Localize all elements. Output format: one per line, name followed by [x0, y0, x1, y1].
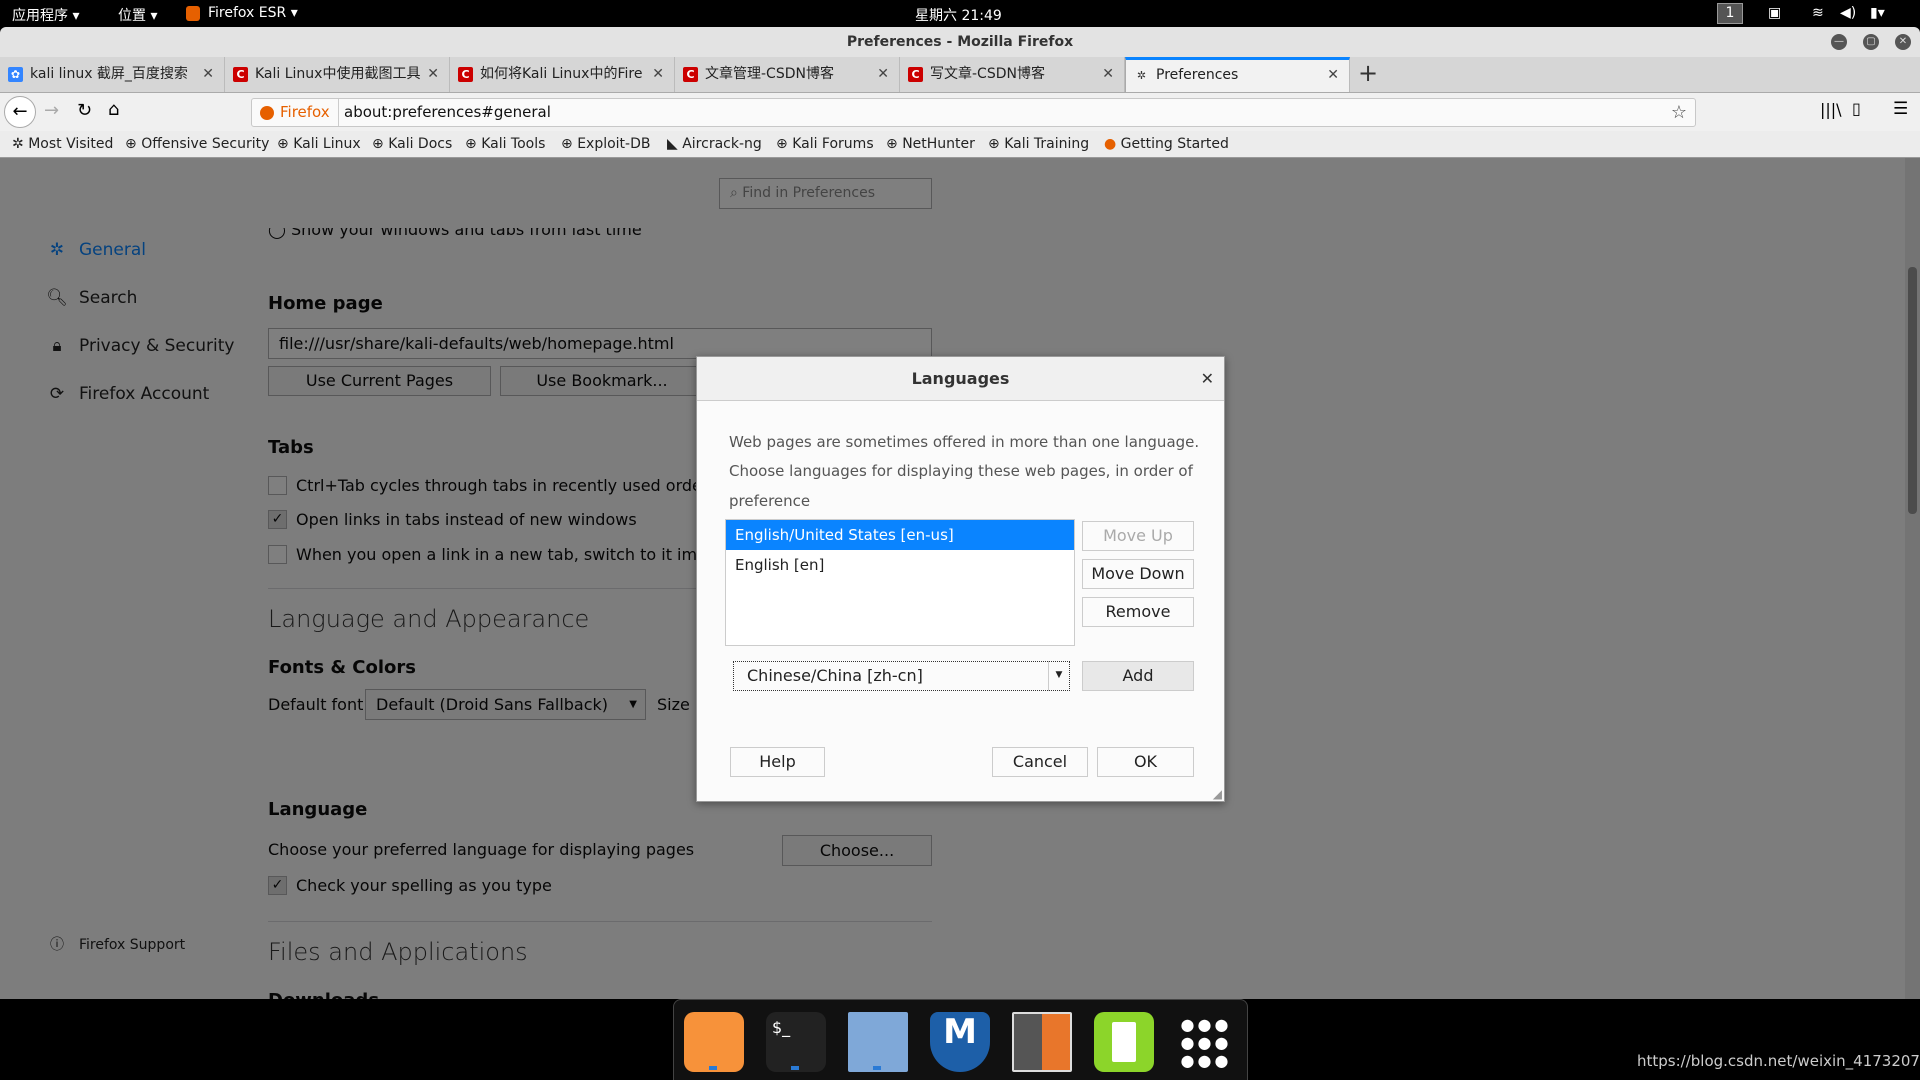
watermark: https://blog.csdn.net/weixin_41732074: [1637, 1052, 1920, 1070]
add-button[interactable]: Add: [1082, 661, 1194, 691]
tab-preferences[interactable]: ✲ Preferences ✕: [1125, 57, 1350, 92]
sidebar-icon[interactable]: ▯: [1852, 99, 1861, 118]
url-bar[interactable]: Firefox about:preferences#general ☆: [251, 98, 1696, 127]
home-button[interactable]: ⌂: [108, 99, 119, 120]
bookmark-item[interactable]: ⊕ NetHunter: [886, 136, 975, 152]
maximize-button[interactable]: ▢: [1863, 34, 1879, 50]
close-tab-icon[interactable]: ✕: [1102, 57, 1114, 92]
dialog-description: Web pages are sometimes offered in more …: [729, 433, 1200, 451]
bookmarks-toolbar: ✲ Most Visited ⊕ Offensive Security ⊕ Ka…: [0, 131, 1920, 158]
bookmark-item[interactable]: ⊕ Kali Tools: [465, 136, 545, 152]
tab[interactable]: C 如何将Kali Linux中的Fire ✕: [450, 57, 675, 92]
back-button[interactable]: ←: [4, 96, 36, 128]
bookmark-item[interactable]: ✲ Most Visited: [12, 136, 113, 152]
metasploit-launcher-icon[interactable]: M: [930, 1012, 990, 1072]
reload-button[interactable]: ↻: [77, 100, 92, 121]
show-applications-icon[interactable]: ●●● ●●● ●●●: [1176, 1012, 1236, 1072]
resize-grip-icon[interactable]: ◢: [1213, 787, 1222, 801]
languages-dialog: Languages ✕ Web pages are sometimes offer…: [696, 356, 1225, 802]
files-launcher-icon[interactable]: [848, 1012, 908, 1072]
battery-icon[interactable]: ▮▾: [1870, 5, 1885, 21]
language-list[interactable]: English/United States [en-us] English [e…: [725, 519, 1075, 646]
baidu-icon: ✿: [8, 67, 23, 82]
language-list-item[interactable]: English [en]: [726, 550, 1074, 580]
navigation-toolbar: ← → ↻ ⌂ Firefox about:preferences#genera…: [0, 93, 1920, 131]
wifi-icon[interactable]: ≋: [1812, 5, 1824, 21]
add-language-select[interactable]: Chinese/China [zh-cn] ▼: [733, 661, 1070, 691]
bookmark-item[interactable]: ◣ Aircrack-ng: [667, 136, 762, 152]
move-down-button[interactable]: Move Down: [1082, 559, 1194, 589]
bookmark-star-icon[interactable]: ☆: [1671, 99, 1687, 126]
bookmark-item[interactable]: ● Getting Started: [1104, 136, 1229, 152]
move-up-button[interactable]: Move Up: [1082, 521, 1194, 551]
dialog-title: Languages ✕: [697, 357, 1224, 401]
tab-label: Kali Linux中使用截图工具: [255, 66, 421, 82]
volume-icon[interactable]: ◀): [1840, 5, 1856, 21]
url-text[interactable]: about:preferences#general: [344, 99, 551, 126]
tab[interactable]: C 文章管理-CSDN博客 ✕: [675, 57, 900, 92]
tab[interactable]: C Kali Linux中使用截图工具 ✕: [225, 57, 450, 92]
dialog-description: Choose languages for displaying these we…: [729, 462, 1193, 480]
library-icon[interactable]: |||\: [1820, 100, 1842, 119]
gear-icon: ✲: [1136, 69, 1147, 82]
bookmark-item[interactable]: ⊕ Kali Docs: [372, 136, 452, 152]
tab[interactable]: ✿ kali linux 截屏_百度搜索 ✕: [0, 57, 225, 92]
close-window-button[interactable]: ✕: [1895, 34, 1911, 50]
tab-label: 如何将Kali Linux中的Fire: [480, 66, 643, 82]
new-tab-button[interactable]: +: [1358, 59, 1378, 87]
remove-button[interactable]: Remove: [1082, 597, 1194, 627]
window-titlebar: Preferences - Mozilla Firefox — ▢ ✕: [0, 27, 1920, 57]
close-dialog-button[interactable]: ✕: [1201, 357, 1214, 401]
tab[interactable]: C 写文章-CSDN博客 ✕: [900, 57, 1125, 92]
csdn-icon: C: [458, 67, 473, 82]
bookmark-item[interactable]: ⊕ Exploit-DB: [561, 136, 650, 152]
notes-launcher-icon[interactable]: [1094, 1012, 1154, 1072]
firefox-launcher-icon[interactable]: [684, 1012, 744, 1072]
window-title: Preferences - Mozilla Firefox: [846, 34, 1074, 50]
menu-icon[interactable]: ☰: [1893, 99, 1908, 119]
close-tab-icon[interactable]: ✕: [1327, 60, 1339, 91]
csdn-icon: C: [233, 67, 248, 82]
tab-label: Preferences: [1156, 67, 1239, 83]
bookmark-item[interactable]: ⊕ Kali Linux: [277, 136, 361, 152]
close-tab-icon[interactable]: ✕: [202, 57, 214, 92]
workspace-indicator[interactable]: 1: [1717, 3, 1743, 24]
dropdown-arrow-icon: ▼: [1048, 661, 1069, 691]
tab-label: kali linux 截屏_百度搜索: [30, 66, 188, 82]
cancel-button[interactable]: Cancel: [992, 747, 1088, 777]
tab-label: 写文章-CSDN博客: [930, 66, 1045, 82]
dock: $_ M ●●● ●●● ●●●: [673, 999, 1248, 1080]
tab-strip: ✿ kali linux 截屏_百度搜索 ✕ C Kali Linux中使用截图工具 ✕…: [0, 57, 1920, 93]
firefox-icon: [186, 6, 200, 21]
system-top-bar: 应用程序 ▾ 位置 ▾ Firefox ESR ▾ 星期六 21:49 1 ▣ …: [0, 0, 1920, 27]
places-menu[interactable]: 位置 ▾: [118, 5, 157, 25]
bookmark-item[interactable]: ⊕ Kali Forums: [776, 136, 874, 152]
close-tab-icon[interactable]: ✕: [877, 57, 889, 92]
forward-button[interactable]: →: [44, 100, 59, 121]
bookmark-item[interactable]: ⊕ Offensive Security: [125, 136, 269, 152]
clock[interactable]: 星期六 21:49: [915, 5, 1002, 25]
ok-button[interactable]: OK: [1097, 747, 1194, 777]
firefox-app-menu[interactable]: Firefox ESR ▾: [208, 5, 298, 21]
minimize-button[interactable]: —: [1831, 34, 1847, 50]
camera-icon[interactable]: ▣: [1768, 5, 1781, 21]
tab-label: 文章管理-CSDN博客: [705, 66, 834, 82]
close-tab-icon[interactable]: ✕: [652, 57, 664, 92]
burpsuite-launcher-icon[interactable]: [1012, 1012, 1072, 1072]
applications-menu[interactable]: 应用程序 ▾: [12, 5, 79, 25]
bookmark-item[interactable]: ⊕ Kali Training: [988, 136, 1089, 152]
language-list-item-selected[interactable]: English/United States [en-us]: [726, 520, 1074, 550]
close-tab-icon[interactable]: ✕: [427, 57, 439, 92]
csdn-icon: C: [908, 67, 923, 82]
firefox-icon: [260, 106, 274, 120]
help-button[interactable]: Help: [730, 747, 825, 777]
csdn-icon: C: [683, 67, 698, 82]
terminal-launcher-icon[interactable]: $_: [766, 1012, 826, 1072]
dialog-description: preference: [729, 492, 811, 510]
identity-label: Firefox: [280, 99, 339, 126]
